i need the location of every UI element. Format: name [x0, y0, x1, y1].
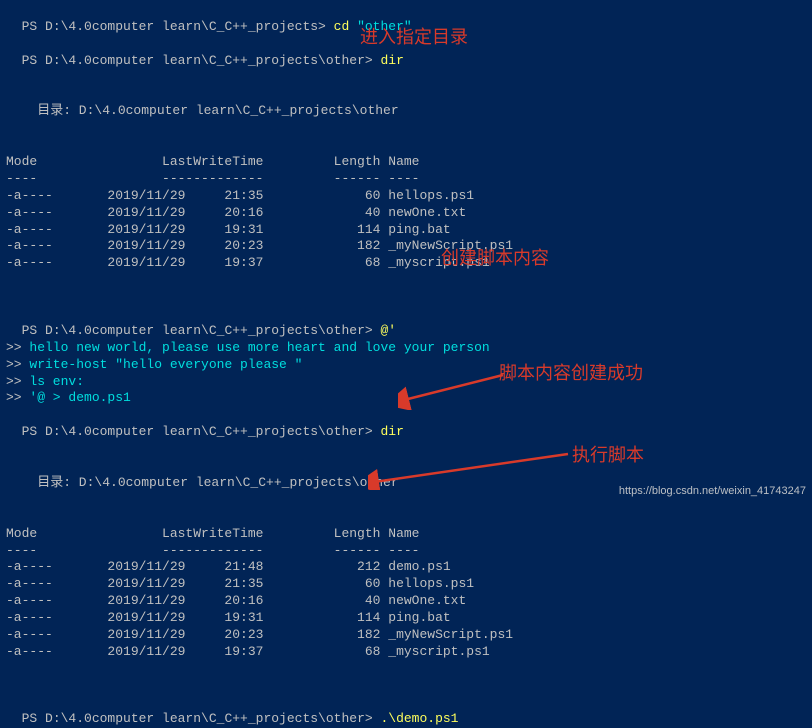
blank	[6, 86, 812, 103]
list-row: -a---- 2019/11/29 19:37 68 _myscript.ps1	[6, 255, 812, 272]
blank	[6, 661, 812, 678]
list-row: -a---- 2019/11/29 21:35 60 hellops.ps1	[6, 576, 812, 593]
cmd-dir1: dir	[373, 53, 404, 68]
annotation-enter-dir: 进入指定目录	[360, 26, 468, 49]
herestring-line: >> ls env:	[6, 374, 812, 391]
watermark: https://blog.csdn.net/weixin_41743247	[619, 484, 806, 498]
cmd-line-herestr: PS D:\4.0computer learn\C_C++_projects\o…	[6, 306, 812, 340]
prompt-other: PS D:\4.0computer learn\C_C++_projects\o…	[22, 711, 373, 726]
prompt-other: PS D:\4.0computer learn\C_C++_projects\o…	[22, 424, 373, 439]
cmd-run: .\demo.ps1	[373, 711, 459, 726]
herestring-line: >> '@ > demo.ps1	[6, 390, 812, 407]
list-row: -a---- 2019/11/29 20:23 182 _myNewScript…	[6, 238, 812, 255]
listing-2: -a---- 2019/11/29 21:48 212 demo.ps1-a--…	[6, 559, 812, 660]
col-header-2: Mode LastWriteTime Length Name	[6, 526, 812, 543]
blank	[6, 509, 812, 526]
blank	[6, 120, 812, 137]
herestring-line: >> hello new world, please use more hear…	[6, 340, 812, 357]
list-row: -a---- 2019/11/29 19:37 68 _myscript.ps1	[6, 644, 812, 661]
list-row: -a---- 2019/11/29 21:48 212 demo.ps1	[6, 559, 812, 576]
cmd-dir2: dir	[373, 424, 404, 439]
list-row: -a---- 2019/11/29 21:35 60 hellops.ps1	[6, 188, 812, 205]
blank	[6, 272, 812, 289]
cmd-cd: cd	[326, 19, 357, 34]
blank	[6, 137, 812, 154]
list-row: -a---- 2019/11/29 19:31 114 ping.bat	[6, 610, 812, 627]
annotation-create-success: 脚本内容创建成功	[499, 362, 643, 385]
blank	[6, 70, 812, 87]
cmd-line-dir2: PS D:\4.0computer learn\C_C++_projects\o…	[6, 407, 812, 441]
blank	[6, 458, 812, 475]
annotation-create-content: 创建脚本内容	[441, 247, 549, 270]
listing-1: -a---- 2019/11/29 21:35 60 hellops.ps1-a…	[6, 188, 812, 272]
list-row: -a---- 2019/11/29 20:23 182 _myNewScript…	[6, 627, 812, 644]
blank	[6, 441, 812, 458]
prompt: PS D:\4.0computer learn\C_C++_projects>	[22, 19, 326, 34]
col-rule-2: ---- ------------- ------ ----	[6, 543, 812, 560]
cmd-at: @'	[373, 323, 396, 338]
list-row: -a---- 2019/11/29 19:31 114 ping.bat	[6, 222, 812, 239]
herestring-block: >> hello new world, please use more hear…	[6, 340, 812, 408]
col-header-1: Mode LastWriteTime Length Name	[6, 154, 812, 171]
dir-heading-1: 目录: D:\4.0computer learn\C_C++_projects\…	[6, 103, 812, 120]
list-row: -a---- 2019/11/29 20:16 40 newOne.txt	[6, 593, 812, 610]
cmd-line-run: PS D:\4.0computer learn\C_C++_projects\o…	[6, 695, 812, 728]
list-row: -a---- 2019/11/29 20:16 40 newOne.txt	[6, 205, 812, 222]
herestring-line: >> write-host "hello everyone please "	[6, 357, 812, 374]
blank	[6, 289, 812, 306]
blank	[6, 678, 812, 695]
prompt-other: PS D:\4.0computer learn\C_C++_projects\o…	[22, 53, 373, 68]
col-rule-1: ---- ------------- ------ ----	[6, 171, 812, 188]
annotation-run-script: 执行脚本	[572, 444, 644, 467]
prompt-other: PS D:\4.0computer learn\C_C++_projects\o…	[22, 323, 373, 338]
